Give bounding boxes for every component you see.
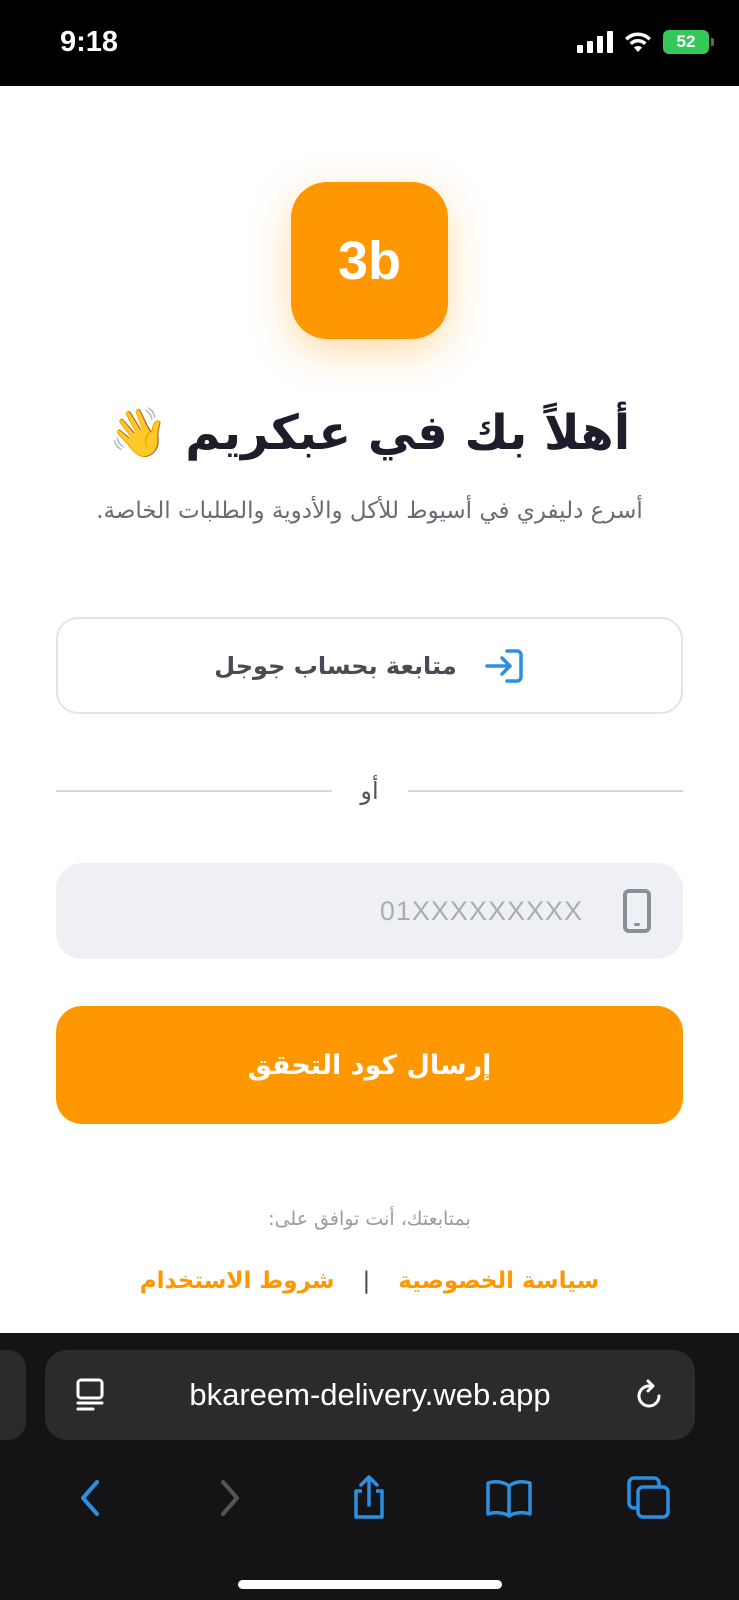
terms-of-use-link[interactable]: شروط الاستخدام	[140, 1268, 335, 1294]
home-indicator	[238, 1580, 502, 1589]
legal-links: سياسة الخصوصية | شروط الاستخدام	[0, 1268, 739, 1294]
url-text[interactable]: bkareem-delivery.web.app	[107, 1377, 633, 1413]
back-button[interactable]	[65, 1473, 115, 1523]
status-bar: 9:18 52	[0, 0, 739, 86]
browser-chrome: bkareem-delivery.web.app	[0, 1333, 739, 1600]
or-text: أو	[360, 777, 379, 805]
divider-line	[407, 790, 683, 792]
battery-icon: 52	[663, 30, 714, 54]
address-bar[interactable]: bkareem-delivery.web.app	[45, 1350, 695, 1440]
share-icon	[354, 1475, 385, 1519]
forward-button[interactable]	[205, 1473, 255, 1523]
share-button[interactable]	[344, 1473, 394, 1523]
app-logo: 3b	[291, 182, 448, 339]
page-menu-icon[interactable]	[75, 1378, 107, 1412]
google-signin-label: متابعة بحساب جوجل	[214, 651, 457, 680]
send-verification-code-button[interactable]: إرسال كود التحقق	[56, 1006, 683, 1124]
battery-level: 52	[676, 32, 696, 51]
back-icon	[80, 1480, 99, 1516]
mobile-phone-icon	[623, 889, 651, 933]
status-icons: 52	[577, 30, 714, 54]
google-signin-button[interactable]: متابعة بحساب جوجل	[56, 617, 683, 714]
privacy-policy-link[interactable]: سياسة الخصوصية	[398, 1268, 599, 1294]
phone-field[interactable]	[56, 863, 683, 959]
welcome-title: أهلاً بك في عبكريم 👋	[108, 405, 631, 461]
browser-toolbar	[0, 1463, 739, 1533]
login-page: 3b أهلاً بك في عبكريم 👋 أسرع دليفري في أ…	[0, 86, 739, 1333]
wifi-icon	[625, 32, 651, 52]
sign-in-icon	[484, 648, 523, 683]
welcome-subtitle: أسرع دليفري في أسيوط للأكل والأدوية والط…	[96, 498, 643, 524]
bookmarks-icon	[486, 1480, 533, 1518]
or-divider: أو	[56, 776, 683, 806]
divider-line	[56, 790, 332, 792]
tabs-icon	[627, 1476, 670, 1519]
terms-agreement-text: بمتابعتك، أنت توافق على:	[268, 1208, 471, 1230]
reload-icon[interactable]	[633, 1379, 665, 1411]
bookmarks-button[interactable]	[484, 1473, 534, 1523]
status-time: 9:18	[60, 26, 119, 58]
cellular-signal-icon	[577, 31, 613, 53]
links-separator: |	[362, 1268, 371, 1294]
previous-tab-peek[interactable]	[0, 1350, 26, 1440]
forward-icon	[220, 1480, 239, 1516]
phone-input[interactable]	[88, 895, 583, 927]
tabs-button[interactable]	[624, 1473, 674, 1523]
